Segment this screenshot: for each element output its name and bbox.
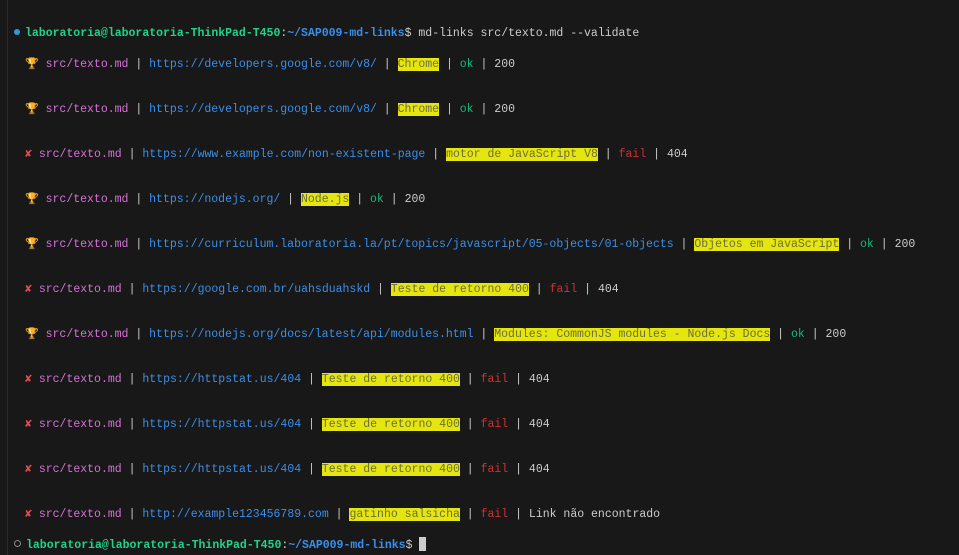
cross-icon: ✘	[25, 463, 32, 476]
file-path: src/texto.md	[38, 463, 122, 476]
result-row: 🏆 src/texto.md | https://developers.goog…	[25, 58, 516, 71]
file-path: src/texto.md	[38, 373, 122, 386]
link-url[interactable]: https://curriculum.laboratoria.la/pt/top…	[149, 238, 674, 251]
terminal-gutter	[7, 0, 8, 555]
file-path: src/texto.md	[38, 148, 122, 161]
link-url[interactable]: https://httpstat.us/404	[142, 373, 301, 386]
trophy-icon: 🏆	[25, 329, 39, 341]
cross-icon: ✘	[25, 508, 32, 521]
status-result: fail	[480, 508, 509, 521]
status-result: fail	[480, 418, 509, 431]
link-url[interactable]: https://www.example.com/non-existent-pag…	[142, 148, 425, 161]
prompt-user: laboratoria@laboratoria-ThinkPad-T450	[26, 539, 282, 552]
link-url[interactable]: https://httpstat.us/404	[142, 418, 301, 431]
status-code: 404	[666, 148, 688, 161]
link-text: Teste de retorno 400	[321, 418, 460, 431]
command-success-dot-icon[interactable]	[14, 29, 20, 35]
status-code: 404	[597, 283, 619, 296]
file-path: src/texto.md	[45, 193, 129, 206]
trophy-icon: 🏆	[25, 104, 39, 116]
prompt-cwd: ~/SAP009-md-links	[287, 27, 405, 40]
status-code: 200	[825, 328, 847, 341]
trophy-icon: 🏆	[25, 239, 39, 251]
command-text: md-links src/texto.md --validate	[418, 27, 640, 40]
link-text: Chrome	[397, 58, 440, 71]
prompt-dot-icon	[14, 540, 21, 547]
status-code: 200	[494, 58, 516, 71]
status-result: ok	[791, 328, 805, 341]
prompt-symbol: $	[404, 27, 412, 40]
result-row: 🏆 src/texto.md | https://developers.goog…	[25, 103, 516, 116]
prompt-symbol: $	[405, 539, 413, 552]
status-result: fail	[618, 148, 647, 161]
cross-icon: ✘	[25, 418, 32, 431]
link-text: Node.js	[301, 193, 350, 206]
trophy-icon: 🏆	[25, 194, 39, 206]
file-path: src/texto.md	[38, 508, 122, 521]
file-path: src/texto.md	[38, 283, 122, 296]
status-code: 200	[894, 238, 916, 251]
link-url[interactable]: https://developers.google.com/v8/	[149, 103, 377, 116]
link-url[interactable]: https://nodejs.org/docs/latest/api/modul…	[149, 328, 473, 341]
status-result: ok	[860, 238, 874, 251]
status-result: fail	[480, 373, 509, 386]
result-row: ✘ src/texto.md | http://example123456789…	[25, 508, 661, 521]
prompt-cwd: ~/SAP009-md-links	[288, 539, 406, 552]
link-text: Modules: CommonJS modules - Node.js Docs	[494, 328, 771, 341]
status-code: 200	[404, 193, 426, 206]
link-text: Teste de retorno 400	[390, 283, 529, 296]
result-row: ✘ src/texto.md | https://httpstat.us/404…	[25, 463, 550, 476]
link-url[interactable]: http://example123456789.com	[142, 508, 328, 521]
file-path: src/texto.md	[45, 238, 129, 251]
status-result: ok	[459, 103, 474, 116]
file-path: src/texto.md	[38, 418, 122, 431]
result-row: ✘ src/texto.md | https://google.com.br/u…	[25, 283, 619, 296]
prompt-user: laboratoria@laboratoria-ThinkPad-T450	[25, 27, 281, 40]
result-row: ✘ src/texto.md | https://www.example.com…	[25, 148, 688, 161]
link-url[interactable]: https://developers.google.com/v8/	[149, 58, 377, 71]
status-code: 404	[528, 463, 550, 476]
terminal-cursor	[419, 537, 427, 551]
link-text: Objetos em JavaScript	[694, 238, 840, 251]
link-text: Teste de retorno 400	[321, 373, 460, 386]
cross-icon: ✘	[25, 283, 32, 296]
trophy-icon: 🏆	[25, 59, 39, 71]
status-result: fail	[549, 283, 578, 296]
result-row: 🏆 src/texto.md | https://curriculum.labo…	[25, 238, 916, 251]
link-url[interactable]: https://google.com.br/uahsduahskd	[142, 283, 370, 296]
status-code: 404	[528, 373, 550, 386]
status-code: 200	[494, 103, 516, 116]
current-prompt-line[interactable]: laboratoria@laboratoria-ThinkPad-T450:~/…	[14, 523, 427, 553]
cross-icon: ✘	[25, 373, 32, 386]
status-code: Link não encontrado	[528, 508, 661, 521]
link-text: Chrome	[397, 103, 440, 116]
file-path: src/texto.md	[45, 58, 129, 71]
result-row: 🏆 src/texto.md | https://nodejs.org/docs…	[25, 328, 847, 341]
link-url[interactable]: https://nodejs.org/	[149, 193, 280, 206]
status-code: 404	[528, 418, 550, 431]
result-row: ✘ src/texto.md | https://httpstat.us/404…	[25, 418, 550, 431]
status-result: ok	[459, 58, 474, 71]
link-text: motor de JavaScript V8	[446, 148, 598, 161]
file-path: src/texto.md	[45, 103, 129, 116]
link-url[interactable]: https://httpstat.us/404	[142, 463, 301, 476]
result-row: ✘ src/texto.md | https://httpstat.us/404…	[25, 373, 550, 386]
link-text: Teste de retorno 400	[321, 463, 460, 476]
result-row: 🏆 src/texto.md | https://nodejs.org/ | N…	[25, 193, 426, 206]
status-result: fail	[480, 463, 509, 476]
file-path: src/texto.md	[45, 328, 129, 341]
link-text: gatinho salsicha	[349, 508, 460, 521]
status-result: ok	[370, 193, 384, 206]
cross-icon: ✘	[25, 148, 32, 161]
command-line: laboratoria@laboratoria-ThinkPad-T450:~/…	[14, 13, 639, 41]
